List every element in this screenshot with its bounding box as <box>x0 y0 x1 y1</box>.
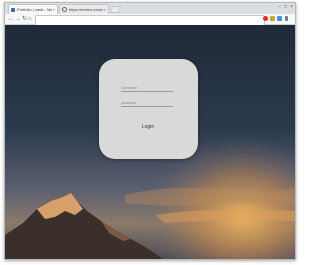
tab-inactive[interactable]: https://meteo.example.com × <box>59 4 109 14</box>
browser-toolbar: ← → ↻ ⌂ <box>5 14 295 26</box>
tab-close-icon[interactable]: × <box>104 7 106 12</box>
password-field[interactable] <box>121 100 173 107</box>
reload-icon[interactable]: ↻ <box>22 15 27 23</box>
tab-strip: Portfolio | vault - Meteo.com × https://… <box>5 3 295 14</box>
window-controls: – □ × <box>278 4 293 10</box>
forward-arrow-icon[interactable]: → <box>15 15 21 23</box>
minimize-icon[interactable]: – <box>278 4 281 10</box>
favicon-icon <box>11 7 15 12</box>
home-icon[interactable]: ⌂ <box>28 15 32 23</box>
tab-title: https://meteo.example.com <box>69 7 103 12</box>
browser-window: Portfolio | vault - Meteo.com × https://… <box>4 2 296 260</box>
login-card: Login <box>99 59 198 159</box>
tab-active[interactable]: Portfolio | vault - Meteo.com × <box>8 4 58 14</box>
back-arrow-icon[interactable]: ← <box>8 15 14 23</box>
page-content: Login <box>5 25 295 259</box>
username-field[interactable] <box>121 85 173 92</box>
close-window-icon[interactable]: × <box>290 4 293 10</box>
globe-icon <box>62 7 67 12</box>
login-button[interactable]: Login <box>132 122 164 131</box>
tab-title: Portfolio | vault - Meteo.com <box>17 7 52 12</box>
puzzle-extension-icon[interactable] <box>270 16 275 21</box>
grid-extension-icon[interactable] <box>277 16 282 21</box>
stop-extension-icon[interactable] <box>263 16 268 21</box>
new-tab-button[interactable] <box>109 6 122 13</box>
tab-close-icon[interactable]: × <box>53 7 55 12</box>
maximize-icon[interactable]: □ <box>284 4 287 10</box>
menu-extension-icon[interactable] <box>285 16 288 21</box>
